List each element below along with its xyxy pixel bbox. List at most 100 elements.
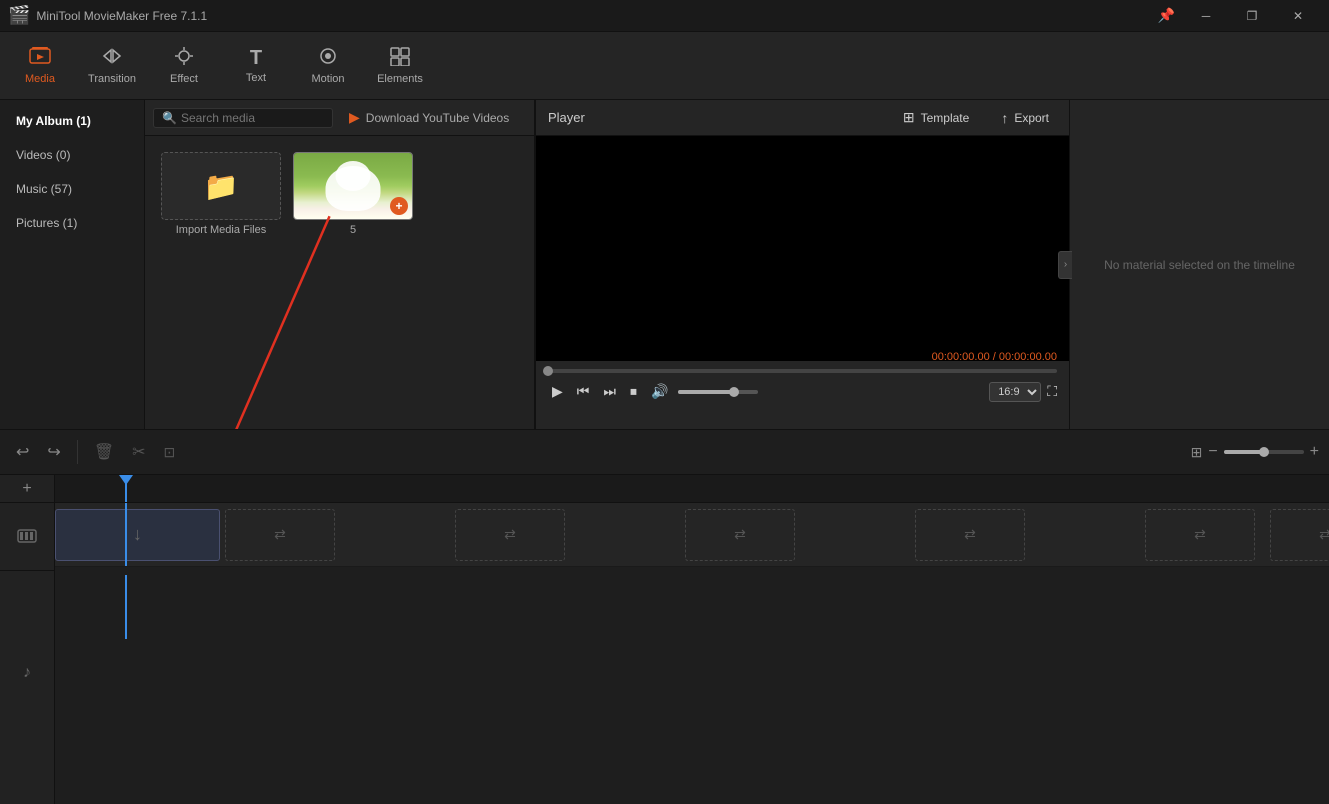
undo-button[interactable]: ↩ [10, 438, 35, 466]
transition-arrow-1: ⇄ [274, 526, 286, 543]
toolbar-separator-1 [77, 440, 78, 464]
close-button[interactable]: ✕ [1275, 0, 1321, 32]
media-panel: 🔍 ▶ Download YouTube Videos 📁 [145, 100, 534, 429]
prev-frame-button[interactable]: ⏮ [573, 381, 594, 402]
transition-cell-1[interactable]: ⇄ [225, 509, 335, 561]
zoom-fill [1224, 450, 1264, 454]
transition-cell-6[interactable]: ⇄ [1270, 509, 1329, 561]
volume-slider[interactable] [678, 390, 758, 394]
stop-button[interactable]: ⏹ [626, 381, 641, 402]
progress-dot [543, 366, 553, 376]
delete-button[interactable]: 🗑 [88, 438, 120, 466]
import-media-item[interactable]: 📁 Import Media Files [161, 152, 281, 236]
cut-button[interactable]: ✂ [126, 438, 151, 466]
crop-button[interactable]: ⊡ [158, 440, 182, 465]
restore-button[interactable]: ❐ [1229, 0, 1275, 32]
audio-track-row [55, 575, 1329, 639]
volume-button[interactable]: 🔊 [647, 381, 672, 402]
transition-arrow-3: ⇄ [734, 526, 746, 543]
audio-track-icon-container: ♪ [0, 641, 54, 705]
transition-cell-2[interactable]: ⇄ [455, 509, 565, 561]
sidebar-item-my-album[interactable]: My Album (1) [0, 104, 144, 138]
text-label: Text [246, 72, 266, 84]
transition-cell-5[interactable]: ⇄ [1145, 509, 1255, 561]
redo-button[interactable]: ↪ [41, 438, 66, 466]
timeline-right: ↓ ⇄ ⇄ ⇄ ⇄ ⇄ ⇄ [55, 475, 1329, 804]
effect-label: Effect [170, 73, 198, 85]
aspect-ratio-select[interactable]: 16:9 9:16 4:3 1:1 [989, 382, 1041, 402]
minimize-button[interactable]: ─ [1183, 0, 1229, 32]
zoom-out-button[interactable]: − [1208, 443, 1217, 461]
sidebar-item-pictures[interactable]: Pictures (1) [0, 206, 144, 240]
sidebar-item-videos[interactable]: Videos (0) [0, 138, 144, 172]
transition-cell-3[interactable]: ⇄ [685, 509, 795, 561]
download-clip-icon: ↓ [133, 524, 142, 545]
motion-icon [317, 46, 339, 71]
collapse-toggle[interactable]: › [1058, 251, 1072, 279]
zoom-slider[interactable] [1224, 450, 1304, 454]
sidebar: My Album (1) Videos (0) Music (57) Pictu… [0, 100, 145, 429]
app-logo-icon: 🎬 [8, 5, 30, 26]
app: 🎬 MiniTool MovieMaker Free 7.1.1 📌 ─ ❐ ✕… [0, 0, 1329, 804]
zoom-in-button[interactable]: + [1310, 443, 1319, 461]
playhead[interactable] [125, 475, 127, 502]
media-toolbar: 🔍 ▶ Download YouTube Videos [145, 100, 534, 136]
player-header: Player ⊞ Template ↑ Export [536, 100, 1069, 136]
progress-bar[interactable] [548, 369, 1057, 373]
video-clip-1[interactable]: ↓ [55, 509, 220, 561]
media-label: Media [25, 73, 55, 85]
folder-icon: 📁 [204, 170, 239, 203]
properties-panel: › No material selected on the timeline [1069, 100, 1329, 429]
next-frame-button[interactable]: ⏭ [599, 381, 620, 402]
control-row: ▶ ⏮ ⏭ ⏹ 🔊 16:9 9:16 4:3 1: [548, 381, 1057, 402]
text-icon: T [250, 47, 262, 70]
toolbar-item-transition[interactable]: Transition [76, 36, 148, 96]
search-icon: 🔍 [162, 111, 177, 125]
audio-track-icon: ♪ [23, 664, 31, 682]
toolbar-item-elements[interactable]: Elements [364, 36, 436, 96]
playhead-line [125, 503, 127, 566]
transition-cell-4[interactable]: ⇄ [915, 509, 1025, 561]
player-controls: 00:00:00.00 / 00:00:00.00 ▶ ⏮ ⏭ ⏹ 🔊 [536, 361, 1069, 429]
timeline-ruler [55, 475, 1329, 503]
download-youtube-button[interactable]: ▶ Download YouTube Videos [341, 105, 517, 130]
import-label: Import Media Files [176, 224, 266, 236]
video-canvas [536, 136, 1069, 361]
playhead-line-audio [125, 575, 127, 639]
pin-icon: 📌 [1158, 7, 1175, 24]
toolbar-item-effect[interactable]: Effect [148, 36, 220, 96]
dog-thumb: + [293, 152, 413, 220]
add-icon: + [22, 480, 31, 498]
import-thumb: 📁 [161, 152, 281, 220]
titlebar: 🎬 MiniTool MovieMaker Free 7.1.1 📌 ─ ❐ ✕ [0, 0, 1329, 32]
time-display: 00:00:00.00 / 00:00:00.00 [932, 351, 1057, 363]
media-icon [29, 46, 51, 71]
no-material-text: No material selected on the timeline [1084, 238, 1315, 292]
right-panel: Player ⊞ Template ↑ Export [535, 100, 1329, 429]
media-content: 📁 Import Media Files [145, 136, 534, 429]
bottom-toolbar: ↩ ↪ 🗑 ✂ ⊡ ⊞ − + [0, 429, 1329, 475]
sidebar-item-music[interactable]: Music (57) [0, 172, 144, 206]
fit-button[interactable]: ⊞ [1191, 444, 1203, 461]
toolbar-item-motion[interactable]: Motion [292, 36, 364, 96]
transition-icon [101, 46, 123, 71]
transition-arrow-4: ⇄ [964, 526, 976, 543]
export-icon: ↑ [1001, 110, 1008, 126]
fullscreen-button[interactable]: ⛶ [1047, 383, 1057, 400]
export-button[interactable]: ↑ Export [993, 106, 1057, 130]
add-to-timeline-badge[interactable]: + [390, 197, 408, 215]
search-input[interactable] [181, 111, 324, 125]
effect-icon [173, 46, 195, 71]
timeline-left-controls: + ♪ [0, 475, 55, 804]
video-track-row: ↓ ⇄ ⇄ ⇄ ⇄ ⇄ ⇄ [55, 503, 1329, 567]
video-track-icon [17, 527, 37, 550]
template-button[interactable]: ⊞ Template [895, 105, 977, 130]
toolbar-item-text[interactable]: T Text [220, 36, 292, 96]
dog-video-item[interactable]: + 5 [293, 152, 413, 236]
add-track-button[interactable]: + [0, 475, 54, 503]
play-button[interactable]: ▶ [548, 381, 567, 402]
youtube-icon: ▶ [349, 109, 360, 126]
toolbar-item-media[interactable]: Media [4, 36, 76, 96]
left-panel: My Album (1) Videos (0) Music (57) Pictu… [0, 100, 535, 429]
player-label: Player [548, 110, 879, 125]
